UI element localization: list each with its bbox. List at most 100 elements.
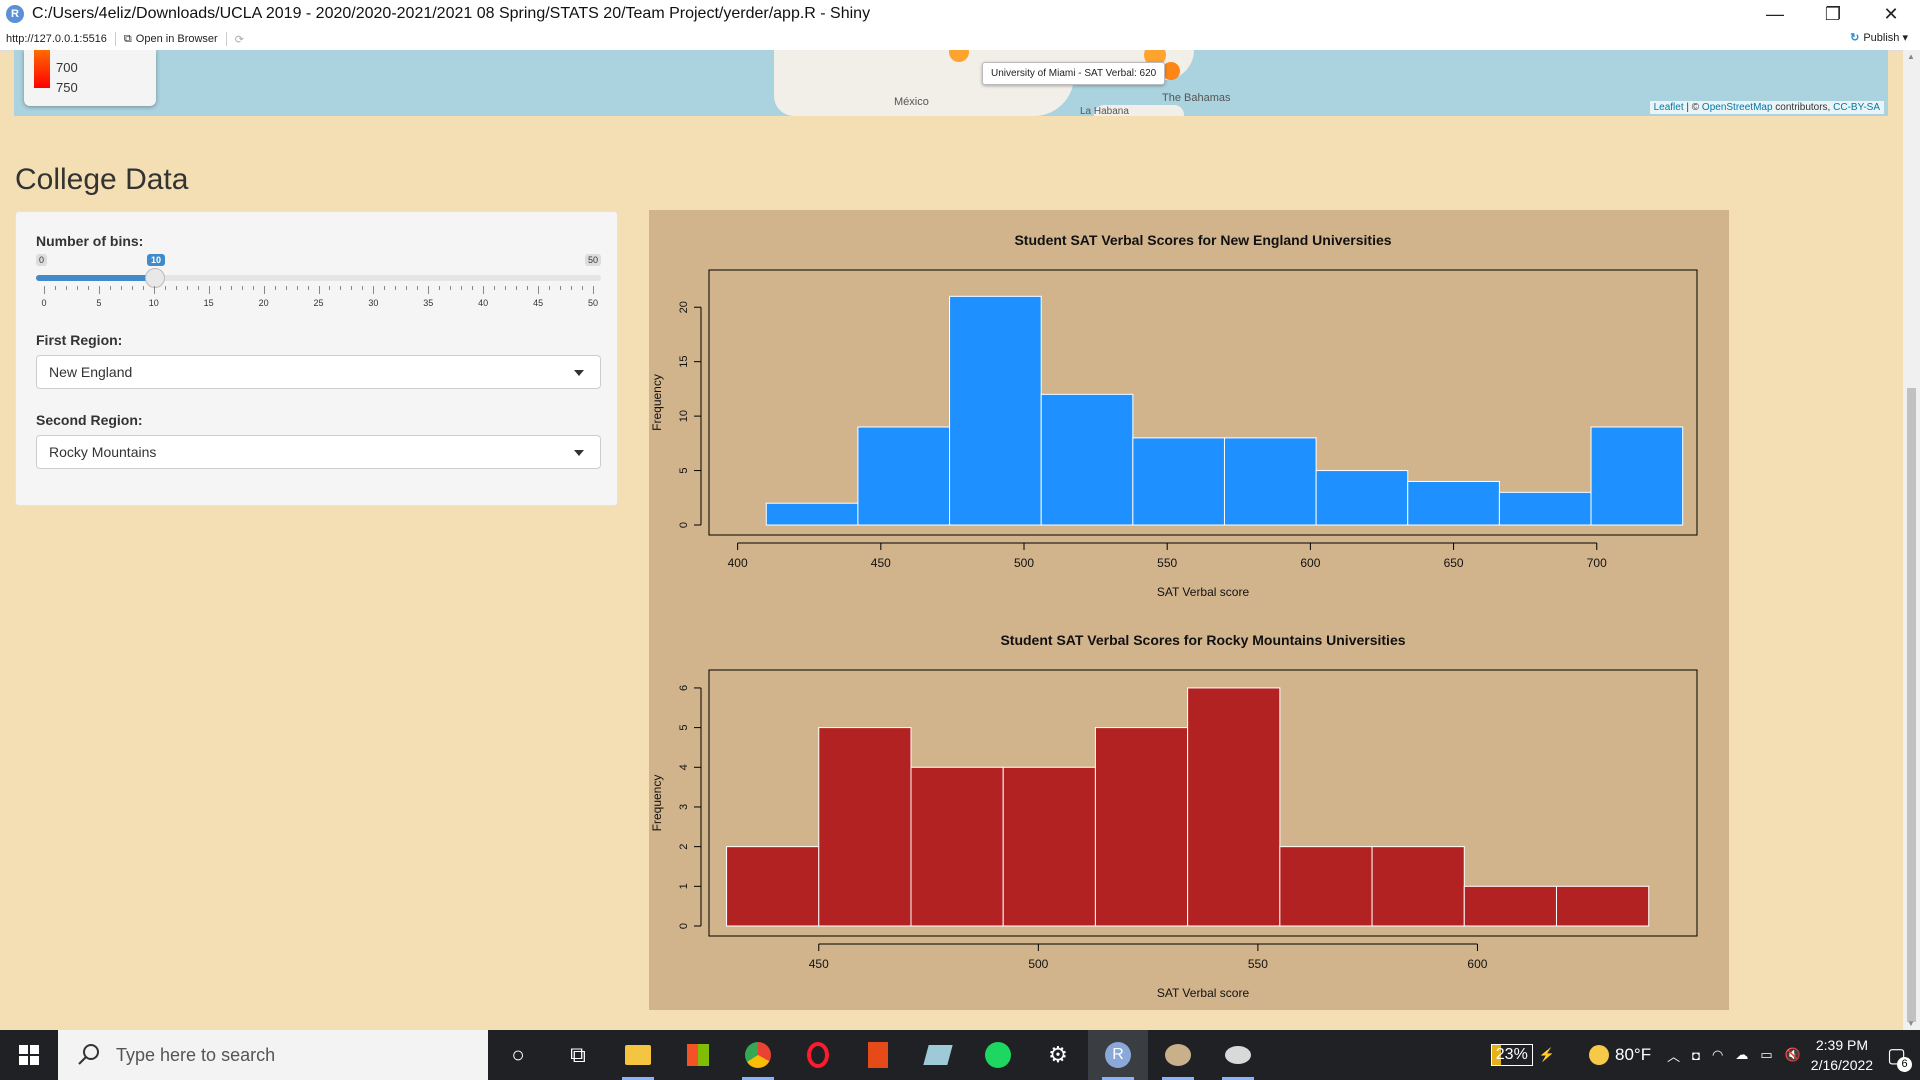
map-label: La Habana bbox=[1080, 106, 1129, 116]
slider-tick bbox=[131, 286, 133, 290]
divider bbox=[114, 32, 116, 46]
chevron-up-icon[interactable]: ︿ bbox=[1667, 1046, 1680, 1065]
slider-tick bbox=[274, 286, 276, 290]
opera-icon[interactable] bbox=[788, 1030, 848, 1080]
slider-tick bbox=[142, 286, 144, 290]
slider-tick bbox=[549, 286, 551, 290]
slider-tick bbox=[65, 286, 67, 290]
close-button[interactable]: ✕ bbox=[1862, 0, 1920, 28]
spotify-icon[interactable] bbox=[968, 1030, 1028, 1080]
histogram-bar bbox=[1002, 766, 1096, 927]
settings-gear-icon[interactable]: ⚙ bbox=[1028, 1030, 1088, 1080]
scroll-down-icon[interactable]: ▼ bbox=[1907, 1019, 1915, 1028]
y-tick-label: 5 bbox=[678, 725, 690, 731]
chrome-icon[interactable] bbox=[728, 1030, 788, 1080]
slider-tick bbox=[307, 286, 309, 290]
snipping-tool-icon[interactable] bbox=[1208, 1030, 1268, 1080]
slider-tick bbox=[296, 286, 298, 290]
publish-icon: ↻ bbox=[1850, 32, 1860, 44]
volume-muted-icon[interactable]: 🔇 bbox=[1785, 1047, 1801, 1063]
slider-tick bbox=[230, 286, 232, 290]
onedrive-icon[interactable]: ☁ bbox=[1735, 1047, 1748, 1063]
slider-tick bbox=[175, 286, 177, 290]
start-button[interactable] bbox=[0, 1030, 58, 1080]
histogram-bar bbox=[1132, 437, 1225, 526]
histogram-bar bbox=[1279, 846, 1373, 927]
scrollbar-thumb[interactable] bbox=[1907, 388, 1916, 1022]
r-app-icon[interactable]: R bbox=[1088, 1030, 1148, 1080]
y-tick-label: 3 bbox=[678, 804, 690, 810]
slider-tick bbox=[582, 286, 584, 290]
histogram-plots: Student SAT Verbal Scores for New Englan… bbox=[650, 232, 1698, 1000]
scroll-up-icon[interactable]: ▲ bbox=[1907, 52, 1915, 61]
slider-tick bbox=[164, 286, 166, 290]
first-region-select[interactable]: New England bbox=[36, 355, 601, 389]
slider-max: 50 bbox=[584, 254, 601, 266]
x-tick-label: 700 bbox=[1587, 556, 1607, 570]
map-tooltip: University of Miami - SAT Verbal: 620 bbox=[982, 62, 1166, 85]
slider-tick bbox=[98, 286, 100, 294]
y-tick-label: 5 bbox=[678, 467, 690, 473]
histogram-bar bbox=[1555, 885, 1650, 927]
taskbar-search[interactable]: Type here to search bbox=[58, 1030, 488, 1080]
meet-icon[interactable]: ◘ bbox=[1692, 1048, 1700, 1063]
file-explorer-icon[interactable] bbox=[608, 1030, 668, 1080]
leaflet-map[interactable]: 700 750 University of Miami - SAT Verbal… bbox=[14, 50, 1888, 116]
cortana-icon[interactable]: ○ bbox=[488, 1030, 548, 1080]
y-tick-label: 6 bbox=[678, 685, 690, 691]
bins-slider[interactable]: 0 50 10 0 5 10 15 20 25 30 35 40 45 50 bbox=[36, 254, 601, 324]
first-region-label: First Region: bbox=[36, 332, 123, 348]
clock-time: 2:39 PM bbox=[1815, 1037, 1869, 1053]
windows-icon bbox=[19, 1045, 39, 1065]
weather-icon[interactable] bbox=[1589, 1045, 1609, 1065]
notification-icon[interactable]: ▢ 6 bbox=[1887, 1043, 1912, 1072]
slider-fill bbox=[36, 275, 155, 281]
office-icon[interactable] bbox=[848, 1030, 908, 1080]
notes-app-icon[interactable] bbox=[908, 1030, 968, 1080]
attribution-contrib: contributors, bbox=[1772, 102, 1834, 113]
slider-handle[interactable] bbox=[145, 268, 165, 288]
maximize-button[interactable]: ❐ bbox=[1804, 0, 1862, 28]
license-link[interactable]: CC-BY-SA bbox=[1833, 102, 1880, 113]
publish-button[interactable]: ↻ Publish ▾ bbox=[1850, 31, 1908, 44]
paint-icon[interactable] bbox=[1148, 1030, 1208, 1080]
histogram-bar bbox=[910, 766, 1004, 927]
second-region-select[interactable]: Rocky Mountains bbox=[36, 435, 601, 469]
slider-tick bbox=[351, 286, 353, 290]
vertical-scrollbar[interactable]: ▲ ▼ bbox=[1903, 50, 1920, 1030]
task-view-icon[interactable]: ⧉ bbox=[548, 1030, 608, 1080]
slider-tick bbox=[527, 286, 529, 290]
chart-title: Student SAT Verbal Scores for New Englan… bbox=[1014, 232, 1391, 248]
battery-icon[interactable]: ▭ bbox=[1760, 1047, 1772, 1063]
minimize-button[interactable]: — bbox=[1746, 0, 1804, 28]
windows-taskbar: Type here to search ○ ⧉ ⚙ R 23% ⚡ 80°F ︿… bbox=[0, 1030, 1920, 1080]
microsoft-store-icon[interactable] bbox=[668, 1030, 728, 1080]
slider-tick bbox=[373, 286, 375, 294]
y-tick-label: 20 bbox=[678, 301, 690, 313]
slider-tick bbox=[593, 286, 594, 294]
wifi-icon[interactable]: ◠ bbox=[1712, 1047, 1723, 1063]
search-icon bbox=[78, 1044, 99, 1065]
open-in-browser-icon[interactable]: ⧉ bbox=[124, 33, 132, 46]
slider-tick bbox=[571, 286, 573, 290]
first-region-value: New England bbox=[49, 364, 133, 380]
url-text: http://127.0.0.1:5516 bbox=[6, 33, 107, 45]
histogram-bar bbox=[1371, 846, 1465, 927]
clock[interactable]: 2:39 PM 2/16/2022 bbox=[1811, 1035, 1873, 1075]
leaflet-link[interactable]: Leaflet bbox=[1654, 102, 1684, 113]
chevron-down-icon bbox=[574, 370, 584, 376]
slider-tick bbox=[120, 286, 122, 290]
weather-temp[interactable]: 80°F bbox=[1615, 1045, 1651, 1065]
window-titlebar: R C:/Users/4eliz/Downloads/UCLA 2019 - 2… bbox=[0, 0, 1920, 28]
second-region-value: Rocky Mountains bbox=[49, 444, 157, 460]
slider-tick bbox=[560, 286, 562, 290]
open-in-browser-button[interactable]: Open in Browser bbox=[136, 33, 218, 45]
osm-link[interactable]: OpenStreetMap bbox=[1702, 102, 1773, 113]
histogram-bar bbox=[765, 502, 859, 526]
slider-tick bbox=[417, 286, 419, 290]
slider-tick bbox=[395, 286, 397, 290]
refresh-icon[interactable]: ⟳ bbox=[235, 33, 244, 46]
rstudio-icon: R bbox=[6, 5, 24, 23]
x-tick-label: 550 bbox=[1157, 556, 1177, 570]
battery-indicator[interactable]: 23% bbox=[1490, 1044, 1533, 1066]
